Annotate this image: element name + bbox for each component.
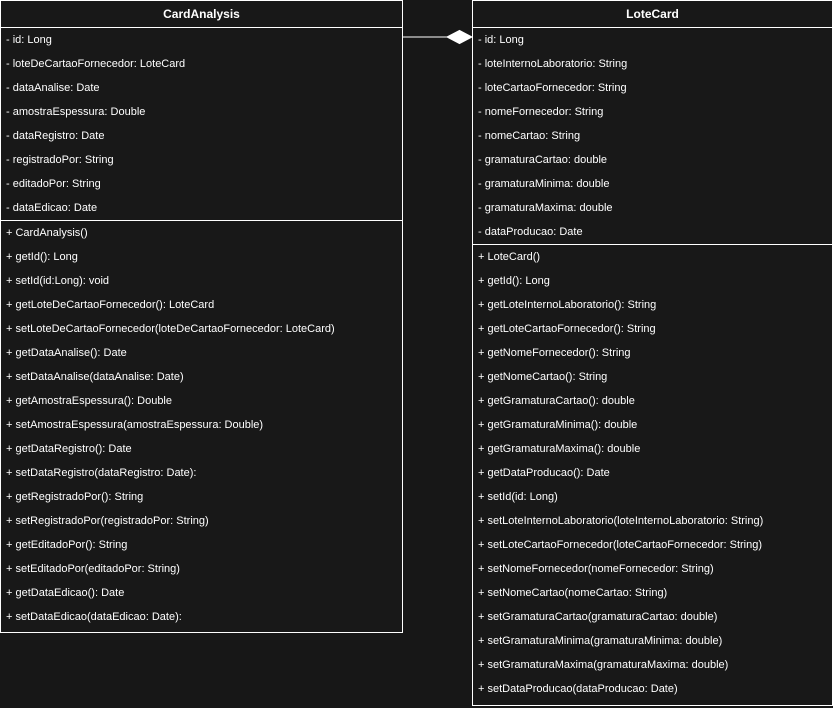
method-row: + getDataRegistro(): Date <box>6 443 132 455</box>
method-row: + setNomeCartao(nomeCartao: String) <box>478 587 668 599</box>
attributes-section: - id: Long - loteDeCartaoFornecedor: Lot… <box>1 28 402 221</box>
methods-section: + LoteCard() + getId(): Long + getLoteIn… <box>473 245 832 701</box>
method-row: + getAmostraEspessura(): Double <box>6 395 172 407</box>
method-row: + setNomeFornecedor(nomeFornecedor: Stri… <box>478 563 714 575</box>
attribute-row: - loteInternoLaboratorio: String <box>478 58 628 70</box>
method-row: + getNomeCartao(): String <box>478 371 608 383</box>
attribute-row: - loteDeCartaoFornecedor: LoteCard <box>6 58 186 70</box>
method-row: + getLoteInternoLaboratorio(): String <box>478 299 657 311</box>
method-row: + setLoteDeCartaoFornecedor(loteDeCartao… <box>6 323 335 335</box>
method-row: + getGramaturaCartao(): double <box>478 395 635 407</box>
class-card-analysis[interactable]: CardAnalysis - id: Long - loteDeCartaoFo… <box>0 0 403 633</box>
attribute-row: - gramaturaMinima: double <box>478 178 610 190</box>
methods-section: + CardAnalysis() + getId(): Long + setId… <box>1 221 402 629</box>
attribute-row: - nomeCartao: String <box>478 130 581 142</box>
attribute-row: - editadoPor: String <box>6 178 101 190</box>
aggregation-diamond-icon <box>445 29 474 45</box>
method-row: + setDataProducao(dataProducao: Date) <box>478 683 678 695</box>
class-lote-card[interactable]: LoteCard - id: Long - loteInternoLaborat… <box>472 0 833 706</box>
method-row: + getGramaturaMinima(): double <box>478 419 638 431</box>
method-row: + CardAnalysis() <box>6 227 88 239</box>
method-row: + getLoteDeCartaoFornecedor(): LoteCard <box>6 299 215 311</box>
method-row: + setGramaturaMaxima(gramaturaMaxima: do… <box>478 659 729 671</box>
method-row: + getGramaturaMaxima(): double <box>478 443 641 455</box>
class-name: CardAnalysis <box>1 1 402 28</box>
attribute-row: - gramaturaMaxima: double <box>478 202 613 214</box>
method-row: + setRegistradoPor(registradoPor: String… <box>6 515 209 527</box>
class-name: LoteCard <box>473 1 832 28</box>
attribute-row: - amostraEspessura: Double <box>6 106 146 118</box>
method-row: + getEditadoPor(): String <box>6 539 128 551</box>
method-row: + getDataEdicao(): Date <box>6 587 125 599</box>
attributes-section: - id: Long - loteInternoLaboratorio: Str… <box>473 28 832 245</box>
method-row: + setLoteInternoLaboratorio(loteInternoL… <box>478 515 764 527</box>
attribute-row: - id: Long <box>478 34 524 46</box>
method-row: + getId(): Long <box>6 251 78 263</box>
method-row: + setAmostraEspessura(amostraEspessura: … <box>6 419 264 431</box>
method-row: + getDataAnalise(): Date <box>6 347 127 359</box>
method-row: + setGramaturaCartao(gramaturaCartao: do… <box>478 611 718 623</box>
method-row: + setDataAnalise(dataAnalise: Date) <box>6 371 184 383</box>
method-row: + setDataEdicao(dataEdicao: Date): <box>6 611 182 623</box>
attribute-row: - dataRegistro: Date <box>6 130 105 142</box>
method-row: + setLoteCartaoFornecedor(loteCartaoForn… <box>478 539 763 551</box>
method-row: + LoteCard() <box>478 251 541 263</box>
attribute-row: - gramaturaCartao: double <box>478 154 608 166</box>
method-row: + getDataProducao(): Date <box>478 467 610 479</box>
method-row: + getId(): Long <box>478 275 550 287</box>
attribute-row: - dataAnalise: Date <box>6 82 100 94</box>
attribute-row: - loteCartaoFornecedor: String <box>478 82 627 94</box>
attribute-row: - nomeFornecedor: String <box>478 106 604 118</box>
method-row: + setGramaturaMinima(gramaturaMinima: do… <box>478 635 723 647</box>
method-row: + getRegistradoPor(): String <box>6 491 144 503</box>
method-row: + setId(id: Long) <box>478 491 558 503</box>
attribute-row: - registradoPor: String <box>6 154 114 166</box>
attribute-row: - dataProducao: Date <box>478 226 583 238</box>
attribute-row: - id: Long <box>6 34 52 46</box>
method-row: + setDataRegistro(dataRegistro: Date): <box>6 467 197 479</box>
method-row: + getLoteCartaoFornecedor(): String <box>478 323 656 335</box>
method-row: + getNomeFornecedor(): String <box>478 347 631 359</box>
attribute-row: - dataEdicao: Date <box>6 202 98 214</box>
method-row: + setEditadoPor(editadoPor: String) <box>6 563 180 575</box>
method-row: + setId(id:Long): void <box>6 275 110 287</box>
